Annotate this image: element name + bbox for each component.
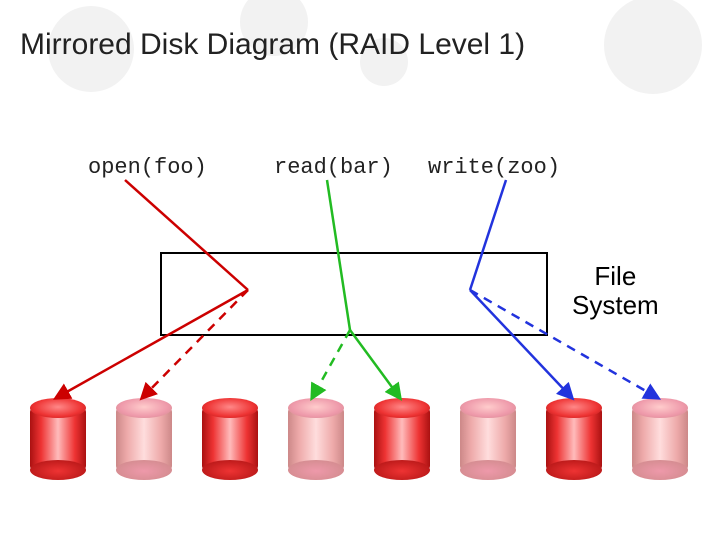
- operation-label: write(zoo): [428, 155, 560, 180]
- file-system-box: [160, 252, 548, 336]
- slide-title: Mirrored Disk Diagram (RAID Level 1): [20, 28, 525, 62]
- disk-mirror: [116, 398, 172, 480]
- operation-label: read(bar): [274, 155, 393, 180]
- disk-mirror: [460, 398, 516, 480]
- disk-primary: [30, 398, 86, 480]
- operation-label: open(foo): [88, 155, 207, 180]
- disk-primary: [374, 398, 430, 480]
- disk-mirror: [288, 398, 344, 480]
- file-system-label: FileSystem: [572, 262, 659, 319]
- disk-primary: [546, 398, 602, 480]
- background-bullet: [604, 0, 702, 94]
- disk-mirror: [632, 398, 688, 480]
- disk-primary: [202, 398, 258, 480]
